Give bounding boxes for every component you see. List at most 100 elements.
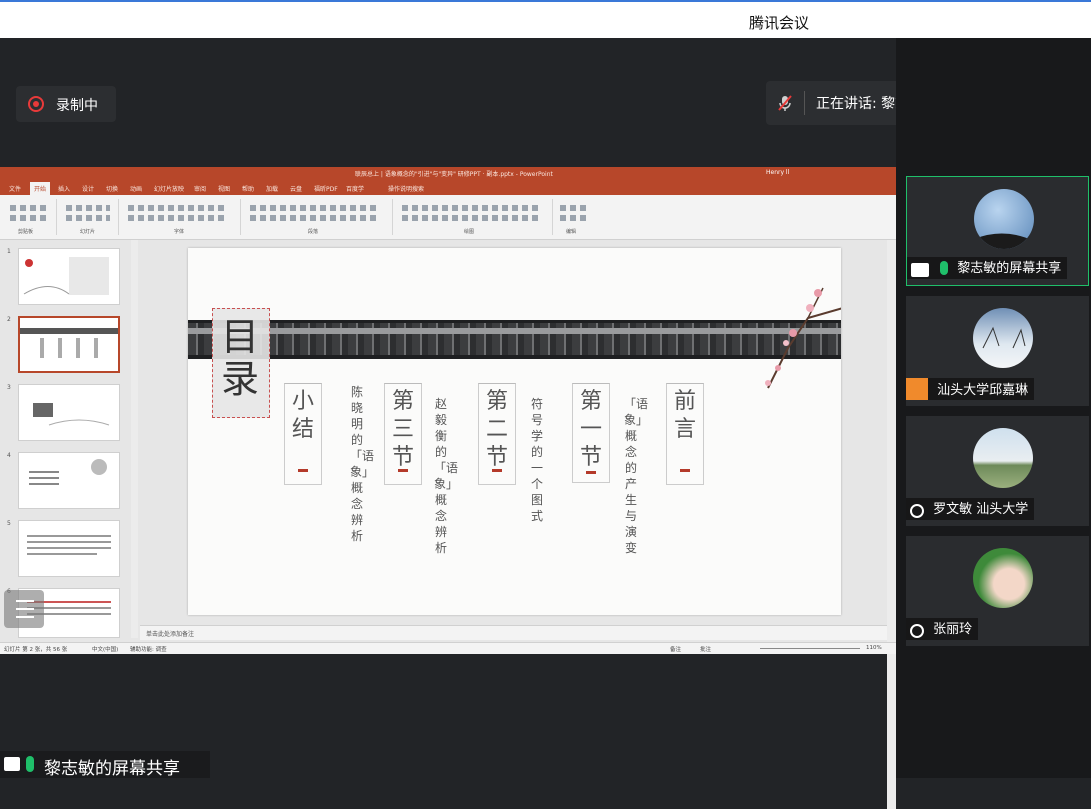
tab-review[interactable]: 审阅 [194,184,206,193]
tab-animations[interactable]: 动画 [130,184,142,193]
notes-pane[interactable]: 单击此处添加备注 [140,625,887,640]
group-label: 剪贴板 [18,229,34,235]
ppt-ribbon: 剪贴板 幻灯片 字体 段落 绘图 编辑 [0,195,896,240]
tab-cloud[interactable]: 云盘 [290,184,302,193]
section-3: 第三节 [384,383,422,485]
recording-label: 录制中 [56,98,98,114]
ribbon-group-slides: 幻灯片 [60,199,119,235]
section-marker [680,469,690,472]
current-slide[interactable]: 目录 前言 第一节 「语象」概念的产生与演变 第二节 符号学的一个图式 第三节 … [188,248,841,615]
slide-info: 幻灯片 第 2 张，共 56 张 [4,647,68,653]
thumbnail-scrollbar[interactable] [131,240,138,638]
ppt-user-name: Henry ll [766,169,790,176]
drawing-icons[interactable] [402,205,542,211]
font-icons[interactable] [128,205,228,211]
ribbon-group-paragraph: 段落 [244,199,393,235]
comments-toggle[interactable]: 批注 [700,645,711,653]
participant-name-tag: 黎志敏的屏幕共享 [907,257,1068,279]
slide-thumbnail-selected[interactable] [18,316,120,373]
slide-thumbnail[interactable] [18,384,120,441]
section-2: 第二节 [478,383,516,485]
section-1: 第一节 [572,383,610,483]
accessibility[interactable]: 辅助功能: 调查 [130,645,167,653]
avatar [974,189,1034,249]
roof-tiles-decoration [188,320,841,359]
mic-active-icon [940,260,949,275]
tab-transitions[interactable]: 切换 [106,184,118,193]
tab-foxit[interactable]: 福昕PDF [314,184,338,193]
ribbon-group-clipboard: 剪贴板 [4,199,57,235]
slide-title: 目录 [220,315,259,401]
participant-tile[interactable]: 张丽玲 [906,536,1089,646]
section-marker [492,469,502,472]
paragraph-icons-2[interactable] [250,215,380,221]
ppt-document-title: 联辰总上 | 语象概念的"引进"与"变异" 研修PPT · 副本.pptx - … [355,171,553,178]
roof-band-decoration [188,328,841,334]
drawing-icons-2[interactable] [402,215,542,221]
section-marker [586,471,596,474]
slide-thumbnail[interactable] [18,520,120,577]
ribbon-group-font: 字体 [122,199,241,235]
window-title: 腾讯会议 [749,14,810,32]
section-summary: 小结 [284,383,322,485]
tab-tell-me[interactable]: 操作说明搜索 [388,184,424,193]
screen-share-icon [4,757,20,771]
avatar [973,548,1033,608]
thumbnail-image [23,257,109,295]
editing-icons[interactable] [560,205,586,211]
section-name: 第三节 [391,389,414,470]
user-icon [906,378,928,400]
recording-indicator[interactable]: 录制中 [16,86,116,122]
tab-slideshow[interactable]: 幻灯片放映 [154,184,184,193]
editing-icons-2[interactable] [560,215,586,221]
tab-baidu[interactable]: 百度学 [346,184,364,193]
tab-file[interactable]: 文件 [9,184,21,193]
notes-toggle[interactable]: 备注 [670,645,681,653]
slide-thumbnail-pane: 1 2 3 4 5 6 [0,240,140,638]
zoom-slider[interactable] [760,648,860,649]
slide-thumbnail[interactable] [18,452,120,509]
avatar [973,308,1033,368]
slide-thumbnail[interactable] [18,248,120,305]
group-label: 字体 [174,229,185,235]
group-label: 段落 [308,229,319,235]
thumbnail-image [33,403,110,426]
mic-muted-icon [778,95,792,111]
tab-help[interactable]: 帮助 [242,184,254,193]
section-marker [398,469,408,472]
tab-insert[interactable]: 插入 [58,184,70,193]
plum-blossom-decoration [765,287,841,389]
group-label: 幻灯片 [80,229,96,235]
share-label: 黎志敏的屏幕共享 [44,759,180,779]
paragraph-icons[interactable] [250,205,380,211]
participant-name: 罗文敏 汕头大学 [933,502,1029,517]
font-icons-2[interactable] [128,215,228,221]
mic-active-icon [26,756,34,772]
tab-load[interactable]: 加载 [266,184,278,193]
tab-design[interactable]: 设计 [82,184,94,193]
ribbon-group-editing: 编辑 [556,199,592,235]
section-preface: 前言 [666,383,704,485]
language: 中文(中国) [92,647,119,653]
slides-icons[interactable] [66,205,110,211]
participant-tile[interactable]: 黎志敏的屏幕共享 [906,176,1089,286]
ribbon-group-drawing: 绘图 [396,199,553,235]
ppt-ribbon-tabs: 文件 开始 插入 设计 切换 动画 幻灯片放映 审阅 视图 帮助 加载 云盘 福… [0,181,896,195]
section-desc: 陈晓明的「语象」概念辨析 [350,385,375,543]
clipboard-icons-2[interactable] [10,215,50,221]
participant-tile[interactable]: 罗文敏 汕头大学 [906,416,1089,526]
avatar [973,428,1033,488]
share-tag: 黎志敏的屏幕共享 [0,751,210,779]
participant-list-button[interactable] [4,590,44,628]
clipboard-icons[interactable] [10,205,50,211]
section-desc: 赵毅衡的「语象」概念辨析 [434,397,459,555]
notes-placeholder: 单击此处添加备注 [146,631,195,638]
mic-muted-icon [910,503,924,518]
slide-scrollbar[interactable] [887,240,896,809]
section-name: 小结 [291,389,314,442]
participant-tile[interactable]: 汕头大学邱嘉琳 [906,296,1089,406]
slides-icons-2[interactable] [66,215,110,221]
thumbnail-image [20,328,118,358]
tab-home[interactable]: 开始 [30,182,51,195]
tab-view[interactable]: 视图 [218,184,230,193]
